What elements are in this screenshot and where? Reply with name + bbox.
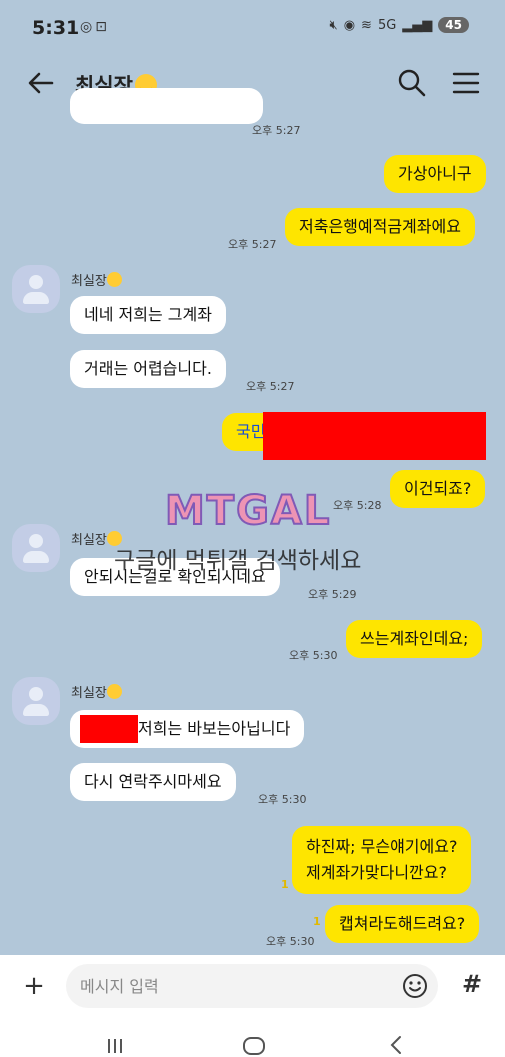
signal-icon: ▂▄▆ [402,17,433,33]
screenshot-icon: ⊡ [95,19,110,35]
message-bubble-mine[interactable]: 가상아니구 [384,155,486,193]
search-button[interactable] [397,68,427,98]
hash-icon: # [461,970,483,998]
status-time: 5:31 [32,17,80,39]
message-time: 오후 5:30 [258,793,307,806]
hashtag-button[interactable]: # [455,967,489,1001]
unread-count: 1 [313,915,321,928]
plus-icon: + [23,971,45,1001]
message-bubble-mine[interactable]: 저축은행예적금계좌에요 [285,208,475,246]
redaction-box [80,715,138,743]
message-time: 오후 5:30 [289,649,338,662]
message-line: 제계좌가맞다니깐요? [306,863,447,882]
sender-name-text: 최실장 [71,274,107,289]
message-time: 오후 5:27 [246,380,295,393]
avatar[interactable] [12,265,60,313]
message-bubble-mine[interactable]: 이건되죠? [390,470,486,508]
message-input-bar: + # [0,955,505,1017]
bank-name-text: 국민 [236,422,266,441]
mute-icon: 🔇︎ [329,17,338,33]
home-icon[interactable] [243,1037,265,1055]
wifi-icon: ≋ [361,17,372,33]
battery-badge: 45 [438,17,469,33]
back-arrow-icon [28,72,54,94]
unread-count: 1 [281,878,289,891]
message-time: 오후 5:30 [266,935,315,948]
chat-screen: 5:31 ◎⊡ 🔇︎ ◉ ≋ 5G ▂▄▆ 45 최실장 오후 5:27 가상아… [0,0,505,1057]
sender-name: 최실장 [71,682,122,701]
message-time: 오후 5:27 [252,124,301,137]
message-time: 오후 5:28 [333,499,382,512]
sender-name-text: 최실장 [71,686,107,701]
attach-button[interactable]: + [16,969,52,1005]
message-time: 오후 5:27 [228,238,277,251]
message-bubble-theirs[interactable]: 네네 저희는 그계좌 [70,296,226,334]
back-button[interactable] [24,66,58,100]
redaction-box [263,412,486,460]
message-time: 오후 5:29 [308,588,357,601]
avatar[interactable] [12,677,60,725]
watermark-logo: MTGAL [164,487,332,535]
message-input[interactable] [66,964,438,1008]
smile-emoji-icon [106,684,122,699]
status-left-icons: ◎⊡ [80,19,110,35]
watermark-text: 구글에 먹튀갤 검색하세요 [114,548,362,574]
hotspot-icon: ◉ [343,17,356,33]
status-right-icons: 🔇︎ ◉ ≋ 5G ▂▄▆ 45 [329,17,469,33]
message-bubble-partial[interactable] [70,88,263,124]
message-bubble-mine[interactable]: 하진짜; 무슨얘기에요? 제계좌가맞다니깐요? [292,826,472,894]
message-bubble-mine[interactable]: 쓰는계좌인데요; [346,620,483,658]
search-icon [398,69,426,97]
message-bubble-theirs[interactable]: 다시 연락주시마세요 [70,763,236,801]
menu-icon [452,72,480,94]
emoticon-icon [403,974,427,998]
5g-icon: 5G [377,17,397,33]
sender-name-text: 최실장 [71,533,107,548]
menu-button[interactable] [451,68,481,98]
avatar[interactable] [12,524,60,572]
chrome-icon: ◎ [80,19,96,35]
message-text: 저희는 바보는아닙니다 [138,719,291,738]
sender-name: 최실장 [71,270,122,289]
message-line: 하진짜; 무슨얘기에요? [306,837,458,856]
status-bar: 5:31 ◎⊡ 🔇︎ ◉ ≋ 5G ▂▄▆ 45 [0,0,505,58]
smile-emoji-icon [106,272,122,287]
emoji-button[interactable] [400,971,430,1001]
recent-apps-icon[interactable] [105,1037,125,1053]
nav-back-icon[interactable] [386,1035,406,1055]
message-bubble-theirs[interactable]: 거래는 어렵습니다. [70,350,226,388]
message-bubble-mine[interactable]: 캡쳐라도해드려요? [325,905,480,943]
system-nav-bar [0,1017,505,1057]
